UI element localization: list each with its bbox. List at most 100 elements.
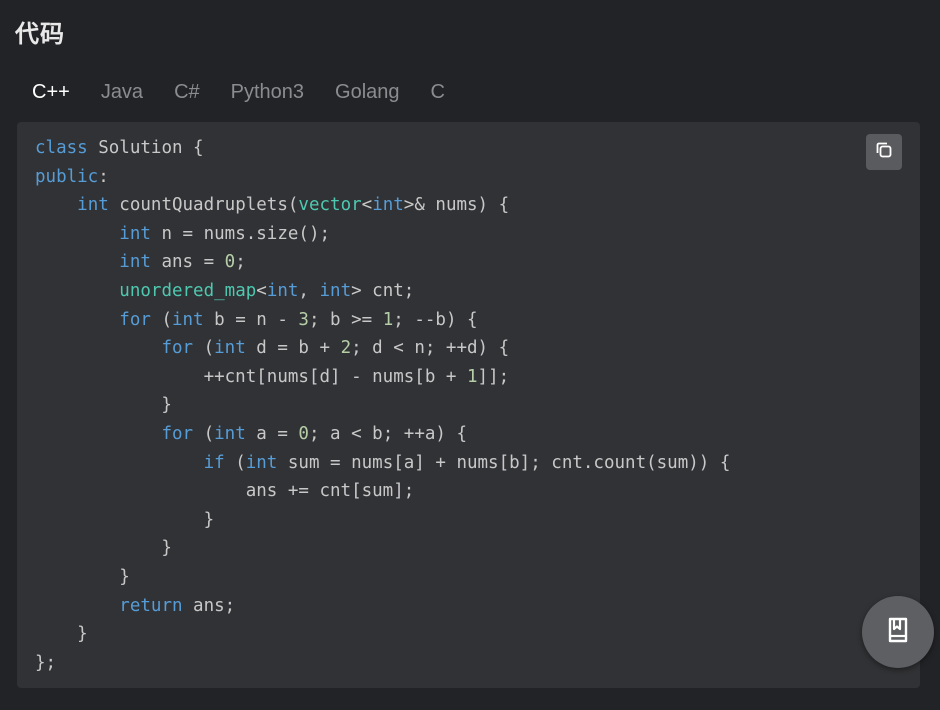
code-line: return ans;: [35, 592, 730, 621]
code-line: }: [35, 506, 730, 535]
code-line: class Solution {: [35, 134, 730, 163]
solution-page: 代码 C++ Java C# Python3 Golang C class Solutio…: [0, 0, 940, 710]
code-token: ]];: [477, 366, 510, 387]
code-token: 0: [224, 252, 236, 273]
code-token: return: [119, 595, 183, 616]
code-token: for: [161, 423, 194, 444]
code-token: int: [214, 338, 246, 359]
code-line: }: [35, 563, 730, 592]
code-token: (: [193, 338, 215, 359]
code-block: class Solution {public: int countQuadrup…: [17, 122, 920, 688]
code-token: a =: [245, 423, 299, 444]
code-token: }: [35, 624, 88, 645]
language-tabs: C++ Java C# Python3 Golang C: [32, 80, 476, 104]
code-token: (: [150, 309, 172, 330]
code-token: countQuadruplets(: [108, 195, 299, 216]
code-token: for: [161, 338, 194, 359]
code-token: ; b >=: [308, 309, 383, 330]
code-token: }: [35, 566, 130, 587]
copy-button[interactable]: [866, 134, 902, 170]
code-line: unordered_map<int, int> cnt;: [35, 277, 730, 306]
code-line: }: [35, 534, 730, 563]
bookmark-book-icon: [883, 615, 913, 650]
code-token: }: [35, 538, 172, 559]
code-token: ; --b) {: [393, 309, 478, 330]
tab-c[interactable]: C++: [32, 80, 70, 104]
tab-c[interactable]: C: [431, 80, 445, 104]
code-token: >& nums) {: [403, 195, 510, 216]
code-token: sum = nums[a] + nums[b]; cnt.count(sum))…: [277, 452, 731, 473]
code-content: class Solution {public: int countQuadrup…: [35, 134, 730, 677]
code-token: 1: [382, 309, 394, 330]
copy-icon: [874, 140, 894, 165]
tab-golang[interactable]: Golang: [335, 80, 400, 104]
code-token: int: [119, 252, 151, 273]
code-line: }: [35, 620, 730, 649]
code-token: int: [245, 452, 278, 473]
code-token: int: [119, 223, 151, 244]
code-token: class: [35, 138, 88, 158]
code-token: vector: [298, 195, 362, 216]
code-token: :: [98, 166, 109, 187]
code-token: int: [372, 195, 404, 216]
code-line: ++cnt[nums[d] - nums[b + 1]];: [35, 363, 730, 392]
tab-java[interactable]: Java: [101, 80, 143, 104]
code-line: for (int d = b + 2; d < n; ++d) {: [35, 334, 730, 363]
code-token: ; d < n; ++d) {: [351, 338, 510, 359]
code-token: ++cnt[nums[d] - nums[b +: [35, 366, 467, 387]
code-token: };: [35, 652, 57, 673]
code-token: n = nums.size();: [150, 223, 331, 244]
code-token: unordered_map: [119, 280, 257, 301]
code-token: Solution {: [87, 138, 204, 158]
code-token: 0: [298, 423, 309, 444]
code-token: for: [119, 309, 151, 330]
code-token: }: [35, 395, 172, 416]
code-token: 1: [466, 366, 478, 387]
code-line: }: [35, 391, 730, 420]
code-token: (: [224, 452, 246, 473]
code-token: }: [35, 509, 215, 530]
tab-python3[interactable]: Python3: [231, 80, 304, 104]
code-token: int: [266, 280, 299, 301]
code-token: <: [256, 280, 267, 301]
code-token: ; a < b; ++a) {: [308, 423, 468, 444]
code-token: ans += cnt[sum];: [35, 481, 415, 502]
code-token: ans;: [182, 595, 236, 616]
code-token: int: [171, 309, 204, 330]
code-token: int: [214, 423, 246, 444]
code-token: > cnt;: [351, 280, 415, 301]
tab-c[interactable]: C#: [174, 80, 200, 104]
code-token: b = n -: [203, 309, 299, 330]
code-token: ans =: [150, 252, 225, 273]
code-token: int: [77, 195, 109, 216]
code-line: int ans = 0;: [35, 248, 730, 277]
section-title: 代码: [15, 20, 65, 48]
code-token: if: [203, 452, 225, 473]
code-line: public:: [35, 163, 730, 192]
code-line: for (int a = 0; a < b; ++a) {: [35, 420, 730, 449]
code-token: <: [361, 195, 373, 216]
code-line: };: [35, 649, 730, 678]
code-token: d = b +: [245, 338, 341, 359]
code-token: int: [319, 280, 352, 301]
code-line: if (int sum = nums[a] + nums[b]; cnt.cou…: [35, 449, 731, 478]
code-token: 2: [340, 338, 352, 359]
code-token: 3: [298, 309, 309, 330]
floating-notes-button[interactable]: [862, 596, 934, 668]
code-token: public: [35, 166, 99, 187]
code-line: int countQuadruplets(vector<int>& nums) …: [35, 191, 730, 220]
code-token: ;: [235, 252, 246, 273]
code-token: (: [193, 423, 215, 444]
code-token: ,: [298, 280, 320, 301]
code-line: ans += cnt[sum];: [35, 477, 730, 506]
code-line: for (int b = n - 3; b >= 1; --b) {: [35, 306, 730, 335]
